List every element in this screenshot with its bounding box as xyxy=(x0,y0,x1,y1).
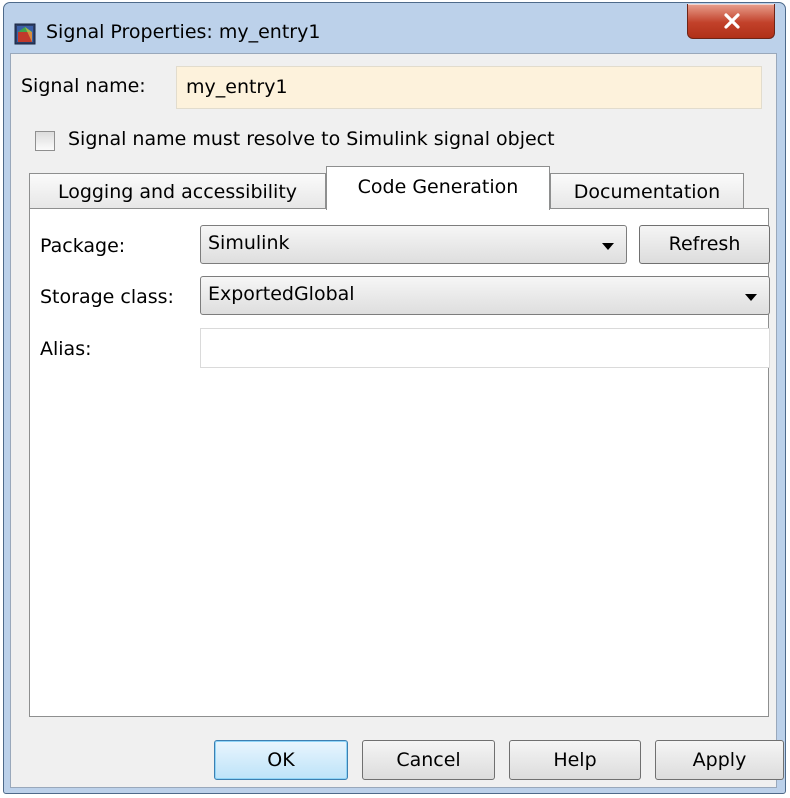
chevron-down-icon xyxy=(745,294,757,301)
package-value: Simulink xyxy=(208,232,290,254)
close-x-icon xyxy=(724,13,740,29)
tab-label: Logging and accessibility xyxy=(57,181,298,203)
help-button[interactable]: Help xyxy=(509,740,641,780)
close-button[interactable] xyxy=(687,4,775,39)
ok-button[interactable]: OK xyxy=(214,740,348,780)
title-bar[interactable]: Signal Properties: my_entry1 xyxy=(4,3,785,53)
tab-label: Code Generation xyxy=(357,176,519,198)
refresh-button[interactable]: Refresh xyxy=(639,225,770,264)
cancel-label: Cancel xyxy=(396,749,461,771)
help-label: Help xyxy=(553,749,597,771)
signal-properties-dialog: Signal Properties: my_entry1 Signal name… xyxy=(3,2,786,794)
dialog-body: Signal name: my_entry1 Signal name must … xyxy=(10,53,784,788)
apply-button[interactable]: Apply xyxy=(655,740,784,780)
storage-class-dropdown[interactable]: ExportedGlobal xyxy=(200,276,770,315)
code-generation-panel: Package: Simulink Refresh Storage class:… xyxy=(29,208,770,717)
package-dropdown[interactable]: Simulink xyxy=(200,225,627,264)
resolve-signal-checkbox[interactable] xyxy=(35,131,55,151)
window-title: Signal Properties: my_entry1 xyxy=(46,21,321,43)
apply-label: Apply xyxy=(692,749,747,771)
alias-label: Alias: xyxy=(40,338,92,360)
simulink-block-icon xyxy=(14,23,36,45)
package-label: Package: xyxy=(40,235,126,257)
cancel-button[interactable]: Cancel xyxy=(362,740,495,780)
tab-code-generation[interactable]: Code Generation xyxy=(326,166,550,210)
tab-logging-and-accessibility[interactable]: Logging and accessibility xyxy=(29,173,326,209)
ok-label: OK xyxy=(267,749,295,771)
tab-label: Documentation xyxy=(573,181,721,203)
signal-name-label: Signal name: xyxy=(21,75,146,97)
chevron-down-icon xyxy=(602,243,614,250)
signal-name-input[interactable]: my_entry1 xyxy=(176,66,762,109)
refresh-label: Refresh xyxy=(668,233,741,255)
alias-input[interactable] xyxy=(200,328,770,368)
resolve-signal-label: Signal name must resolve to Simulink sig… xyxy=(68,128,555,150)
tab-documentation[interactable]: Documentation xyxy=(550,173,744,209)
storage-class-label: Storage class: xyxy=(40,286,174,308)
storage-class-value: ExportedGlobal xyxy=(208,283,355,305)
